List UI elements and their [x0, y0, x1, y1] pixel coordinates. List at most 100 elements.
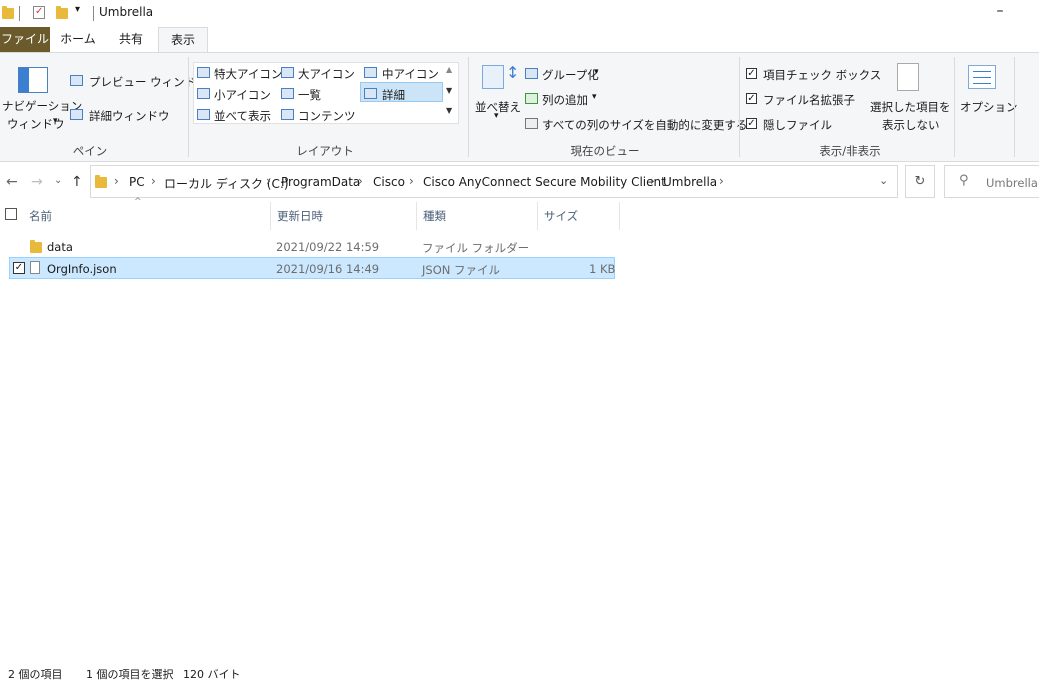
chevron-right-icon[interactable]: ›	[650, 174, 655, 188]
chevron-right-icon[interactable]: ›	[409, 174, 414, 188]
details-pane-icon	[70, 109, 83, 120]
group-separator	[954, 57, 955, 157]
file-modified: 2021/09/16 14:49	[276, 262, 380, 276]
status-item-count: 2 個の項目	[8, 668, 63, 681]
folder-icon	[2, 6, 14, 19]
chevron-down-icon[interactable]: ▾	[53, 116, 58, 126]
add-columns-button[interactable]: 列の追加	[542, 92, 588, 108]
json-file-icon	[30, 261, 40, 274]
chevron-right-icon[interactable]: ›	[719, 174, 724, 188]
chevron-right-icon[interactable]: ›	[114, 174, 119, 188]
extra-large-icons-icon	[197, 67, 210, 78]
chevron-down-icon[interactable]: ▾	[494, 111, 499, 121]
minimize-button[interactable]: –	[990, 3, 1010, 23]
row-checkbox[interactable]: ✓	[13, 262, 25, 274]
layout-medium-icons[interactable]: 中アイコン	[382, 66, 439, 82]
customize-qat-icon[interactable]: ▾	[75, 4, 80, 15]
chevron-right-icon[interactable]: ›	[358, 174, 363, 188]
sort-by-icon	[482, 65, 504, 89]
column-header-modified[interactable]: 更新日時	[277, 208, 323, 224]
gallery-more-icon[interactable]: ▼	[446, 106, 452, 115]
search-box[interactable]: ⚲ Umbrellaの	[944, 165, 1039, 198]
file-name[interactable]: OrgInfo.json	[47, 262, 117, 276]
preview-pane-button[interactable]: プレビュー ウィンドウ	[89, 74, 208, 90]
column-divider[interactable]	[619, 202, 620, 230]
tab-share[interactable]: 共有	[109, 27, 153, 52]
search-input[interactable]: Umbrellaの	[986, 175, 1039, 191]
options-icon	[968, 65, 996, 89]
file-name[interactable]: data	[47, 240, 73, 254]
breadcrumb-umbrella[interactable]: Umbrella	[663, 175, 717, 189]
layout-tiles[interactable]: 並べて表示	[214, 108, 271, 124]
group-by-button[interactable]: グループ化	[542, 67, 599, 83]
group-separator	[1014, 57, 1015, 157]
medium-icons-icon	[364, 67, 377, 78]
column-header-size[interactable]: サイズ	[544, 208, 578, 224]
tab-home[interactable]: ホーム	[55, 27, 101, 52]
properties-icon[interactable]: ✓	[33, 6, 45, 19]
group-label-show-hide: 表示/非表示	[819, 144, 881, 158]
chevron-down-icon[interactable]: ▾	[592, 92, 597, 102]
breadcrumb-cisco[interactable]: Cisco	[373, 175, 405, 189]
file-extensions-label[interactable]: ファイル名拡張子	[763, 92, 855, 108]
preview-pane-icon	[70, 75, 83, 86]
separator	[19, 6, 20, 21]
details-pane-button[interactable]: 詳細ウィンドウ	[89, 108, 170, 124]
size-all-columns-button[interactable]: すべての列のサイズを自動的に変更する	[542, 117, 747, 133]
chevron-right-icon[interactable]: ›	[266, 174, 271, 188]
hide-selected-button[interactable]: 選択した項目を	[870, 99, 951, 115]
group-separator	[739, 57, 740, 157]
item-checkboxes-checkbox[interactable]: ✓	[746, 68, 757, 79]
item-checkboxes-label[interactable]: 項目チェック ボックス	[763, 67, 881, 83]
file-modified: 2021/09/22 14:59	[276, 240, 380, 254]
ribbon-tabs: ファイル ホーム 共有 表示	[0, 27, 1039, 53]
recent-locations-icon[interactable]: ⌄	[54, 175, 62, 186]
hidden-items-label[interactable]: 隠しファイル	[763, 117, 832, 133]
layout-extra-large-icons[interactable]: 特大アイコン	[214, 66, 282, 82]
file-explorer-window: ✓ ▾ Umbrella – ファイル ホーム 共有 表示 ナビゲーション ウィ…	[0, 0, 1039, 683]
chevron-right-icon[interactable]: ›	[151, 174, 156, 188]
column-divider[interactable]	[270, 202, 271, 230]
up-icon[interactable]: ↑	[71, 174, 83, 190]
back-icon[interactable]: ←	[6, 174, 18, 190]
file-type: JSON ファイル	[422, 263, 501, 277]
small-icons-icon	[197, 88, 210, 99]
breadcrumb-programdata[interactable]: ProgramData	[281, 175, 360, 189]
select-all-checkbox[interactable]	[5, 208, 17, 220]
ribbon: ナビゲーション ウィンドウ ▾ プレビュー ウィンドウ 詳細ウィンドウ ペイン …	[0, 52, 1039, 162]
new-folder-icon[interactable]	[56, 6, 68, 19]
column-divider[interactable]	[537, 202, 538, 230]
refresh-icon: ↻	[914, 174, 926, 189]
layout-list[interactable]: 一覧	[298, 87, 321, 103]
tiles-icon	[197, 109, 210, 120]
chevron-down-icon[interactable]: ▾	[594, 67, 599, 77]
breadcrumb-pc[interactable]: PC	[129, 175, 145, 189]
hidden-items-checkbox[interactable]: ✓	[746, 118, 757, 129]
column-header-name[interactable]: 名前	[29, 208, 52, 224]
size-columns-icon	[525, 118, 538, 129]
forward-icon[interactable]: →	[31, 174, 43, 190]
layout-small-icons[interactable]: 小アイコン	[214, 87, 271, 103]
group-label-pane: ペイン	[72, 144, 108, 158]
tab-file[interactable]: ファイル	[0, 27, 50, 52]
group-by-icon	[525, 68, 538, 79]
column-header-type[interactable]: 種類	[423, 208, 446, 224]
hide-selected-icon	[897, 63, 919, 91]
refresh-button[interactable]: ↻	[905, 165, 935, 198]
large-icons-icon	[281, 67, 294, 78]
breadcrumb-anyconnect[interactable]: Cisco AnyConnect Secure Mobility Client	[423, 175, 666, 189]
gallery-up-icon[interactable]: ▲	[446, 65, 452, 74]
status-bar: 2 個の項目 1 個の項目を選択 120 バイト	[0, 666, 1039, 683]
layout-content[interactable]: コンテンツ	[298, 108, 356, 124]
layout-large-icons[interactable]: 大アイコン	[298, 66, 355, 82]
hide-selected-button-2[interactable]: 表示しない	[882, 117, 940, 133]
layout-details[interactable]: 詳細	[382, 87, 405, 103]
column-divider[interactable]	[416, 202, 417, 230]
file-extensions-checkbox[interactable]: ✓	[746, 93, 757, 104]
status-selection-size: 120 バイト	[183, 668, 241, 681]
tab-view[interactable]: 表示	[158, 27, 208, 53]
options-button[interactable]: オプション	[960, 99, 1018, 115]
details-icon	[364, 88, 377, 99]
gallery-down-icon[interactable]: ▼	[446, 86, 452, 95]
address-dropdown-icon[interactable]: ⌄	[879, 174, 888, 187]
